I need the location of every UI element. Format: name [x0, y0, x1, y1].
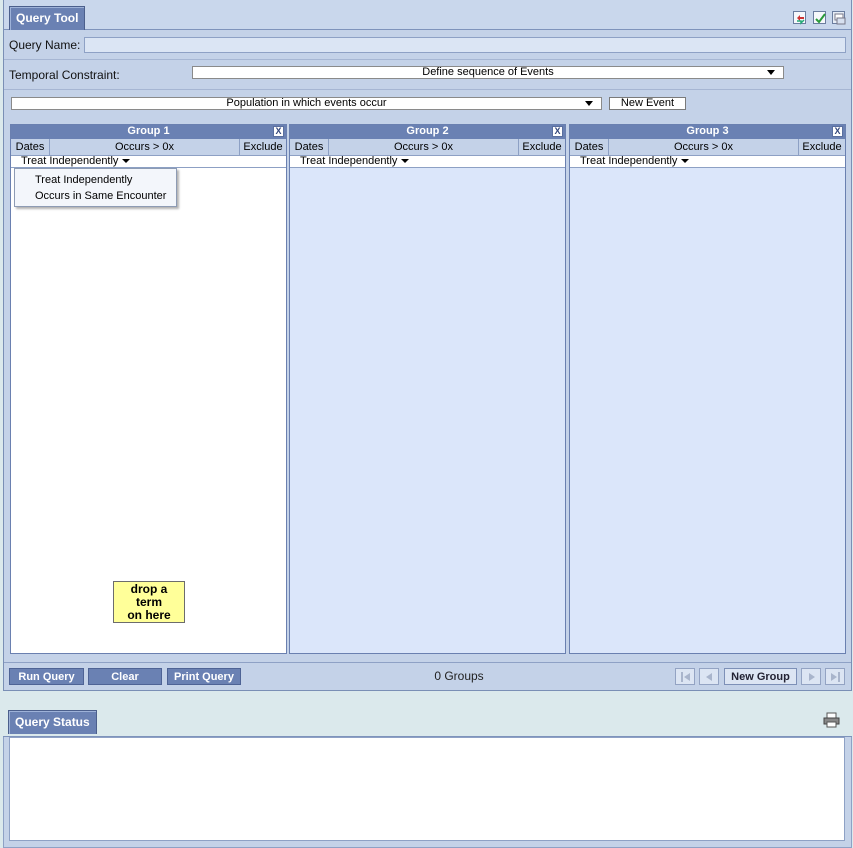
population-select[interactable]: Population in which events occur — [11, 97, 602, 110]
tab-query-tool[interactable]: Query Tool — [9, 6, 86, 30]
check-icon[interactable] — [813, 11, 826, 24]
menu-item-treat-independently[interactable]: Treat Independently — [15, 172, 176, 188]
print-query-button[interactable]: Print Query — [167, 668, 241, 685]
caret-down-icon — [401, 159, 410, 164]
query-name-row: Query Name: — [4, 31, 851, 60]
close-icon[interactable]: X — [273, 126, 284, 137]
dates-button[interactable]: Dates — [11, 139, 50, 155]
group-header: Group 3 X — [570, 125, 845, 139]
temporal-constraint-select[interactable]: Define sequence of Events — [192, 66, 784, 79]
group-header: Group 2 X — [290, 125, 565, 139]
query-status-content — [9, 737, 845, 841]
group-panel-2[interactable]: Group 2 X Dates Occurs > 0x Exclude Trea… — [289, 124, 566, 654]
options-icon[interactable] — [832, 11, 846, 25]
occurs-button[interactable]: Occurs > 0x — [609, 139, 799, 155]
treat-select-value: Treat Independently — [21, 155, 119, 167]
printer-icon[interactable] — [823, 712, 841, 728]
treat-select[interactable]: Treat Independently — [11, 156, 286, 168]
last-page-button[interactable] — [825, 668, 845, 685]
tab-query-status[interactable]: Query Status — [8, 710, 97, 734]
occurs-button[interactable]: Occurs > 0x — [50, 139, 240, 155]
query-tool-tabstrip: Query Tool — [4, 0, 851, 30]
exclude-button[interactable]: Exclude — [240, 139, 286, 155]
drop-term-hint: drop a term on here — [113, 581, 185, 623]
prev-page-icon — [706, 673, 712, 681]
query-action-bar: Run Query Clear Print Query 0 Groups New… — [4, 662, 851, 690]
caret-down-icon — [122, 159, 131, 164]
menu-item-occurs-same-encounter[interactable]: Occurs in Same Encounter — [15, 188, 176, 204]
caret-down-icon — [681, 159, 690, 164]
query-name-input[interactable] — [84, 37, 846, 53]
prev-page-button[interactable] — [699, 668, 719, 685]
group-title: Group 3 — [686, 125, 729, 137]
chevron-down-icon — [585, 101, 593, 106]
group-column-header: Dates Occurs > 0x Exclude — [290, 139, 565, 156]
temporal-constraint-value: Define sequence of Events — [422, 66, 554, 78]
next-page-button[interactable] — [801, 668, 821, 685]
temporal-constraint-label: Temporal Constraint: — [9, 68, 120, 82]
new-group-button[interactable]: New Group — [724, 668, 797, 685]
query-name-label: Query Name: — [9, 38, 81, 52]
query-status-panel: Query Status — [3, 706, 852, 848]
last-page-icon — [831, 673, 837, 681]
treat-select[interactable]: Treat Independently — [570, 156, 845, 168]
population-value: Population in which events occur — [226, 97, 387, 109]
group-column-header: Dates Occurs > 0x Exclude — [570, 139, 845, 156]
treat-select[interactable]: Treat Independently — [290, 156, 565, 168]
run-query-button[interactable]: Run Query — [9, 668, 84, 685]
group-header: Group 1 X — [11, 125, 286, 139]
chevron-down-icon — [767, 70, 775, 75]
treat-select-value: Treat Independently — [300, 155, 398, 167]
occurs-button[interactable]: Occurs > 0x — [329, 139, 519, 155]
first-page-button[interactable] — [675, 668, 695, 685]
treat-dropdown-menu: Treat Independently Occurs in Same Encou… — [14, 168, 177, 207]
group-title: Group 1 — [127, 125, 170, 137]
new-event-button[interactable]: New Event — [609, 97, 686, 110]
drop-hint-line-3: on here — [127, 608, 171, 622]
close-icon[interactable]: X — [552, 126, 563, 137]
query-tool-panel: Query Tool Query Name: Temporal Constrai… — [3, 0, 852, 691]
dates-button[interactable]: Dates — [570, 139, 609, 155]
dates-button[interactable]: Dates — [290, 139, 329, 155]
group-panel-3[interactable]: Group 3 X Dates Occurs > 0x Exclude Trea… — [569, 124, 846, 654]
exclude-button[interactable]: Exclude — [799, 139, 845, 155]
exclude-button[interactable]: Exclude — [519, 139, 565, 155]
refresh-icon[interactable] — [793, 11, 806, 25]
population-row: Population in which events occur New Eve… — [4, 90, 851, 120]
first-page-icon — [684, 673, 690, 681]
groups-count: 0 Groups — [434, 669, 484, 683]
query-status-frame — [3, 737, 852, 848]
group-title: Group 2 — [406, 125, 449, 137]
group-column-header: Dates Occurs > 0x Exclude — [11, 139, 286, 156]
clear-button[interactable]: Clear — [88, 668, 162, 685]
temporal-constraint-row: Temporal Constraint: Define sequence of … — [4, 60, 851, 90]
close-icon[interactable]: X — [832, 126, 843, 137]
treat-select-value: Treat Independently — [580, 155, 678, 167]
query-status-tabstrip: Query Status — [3, 706, 852, 737]
next-page-icon — [809, 673, 815, 681]
